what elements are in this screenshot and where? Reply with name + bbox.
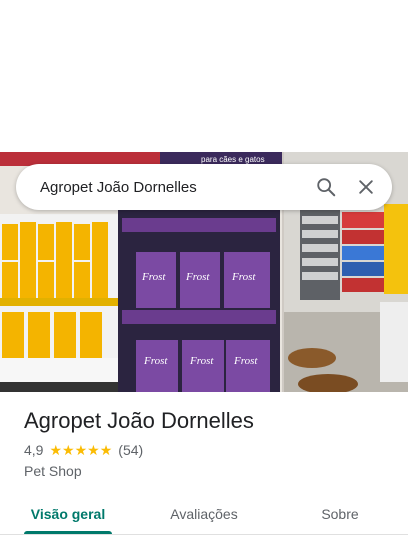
frost-label: Frost bbox=[185, 271, 210, 283]
map-area-blank bbox=[0, 0, 408, 152]
frost-label: Frost bbox=[141, 271, 166, 283]
frost-label: Frost bbox=[233, 355, 258, 367]
tab-reviews[interactable]: Avaliações bbox=[136, 494, 272, 534]
star-rating: ★ ★ ★ ★ ★ bbox=[49, 443, 112, 457]
rating-row[interactable]: 4,9 ★ ★ ★ ★ ★ (54) bbox=[24, 442, 392, 458]
star-icon: ★ bbox=[62, 442, 75, 458]
frost-label: Frost bbox=[143, 355, 168, 367]
star-icon: ★ bbox=[74, 442, 88, 458]
tab-overview[interactable]: Visão geral bbox=[0, 494, 136, 534]
star-icon: ★ bbox=[99, 442, 113, 458]
tab-about[interactable]: Sobre bbox=[272, 494, 408, 534]
search-input[interactable]: Agropet João Dornelles bbox=[40, 179, 306, 196]
frost-label: Frost bbox=[231, 271, 256, 283]
close-icon[interactable] bbox=[346, 167, 386, 207]
tab-label: Sobre bbox=[321, 506, 359, 522]
star-icon: ★ bbox=[49, 442, 63, 458]
review-count[interactable]: (54) bbox=[118, 442, 143, 458]
place-title: Agropet João Dornelles bbox=[24, 408, 254, 433]
place-tabs: Visão geral Avaliações Sobre bbox=[0, 494, 408, 534]
search-icon[interactable] bbox=[306, 167, 346, 207]
rating-value: 4,9 bbox=[24, 442, 44, 458]
frost-label: Frost bbox=[189, 355, 214, 367]
place-category: Pet Shop bbox=[24, 463, 82, 479]
star-icon: ★ bbox=[87, 442, 100, 458]
tab-label: Visão geral bbox=[30, 506, 106, 522]
tabs-divider bbox=[0, 534, 408, 535]
photo-banner-text: para cães e gatos bbox=[201, 155, 265, 164]
place-info: Agropet João Dornelles 4,9 ★ ★ ★ ★ ★ (54… bbox=[24, 406, 392, 479]
search-bar[interactable]: Agropet João Dornelles bbox=[16, 164, 392, 210]
tab-label: Avaliações bbox=[170, 506, 238, 522]
